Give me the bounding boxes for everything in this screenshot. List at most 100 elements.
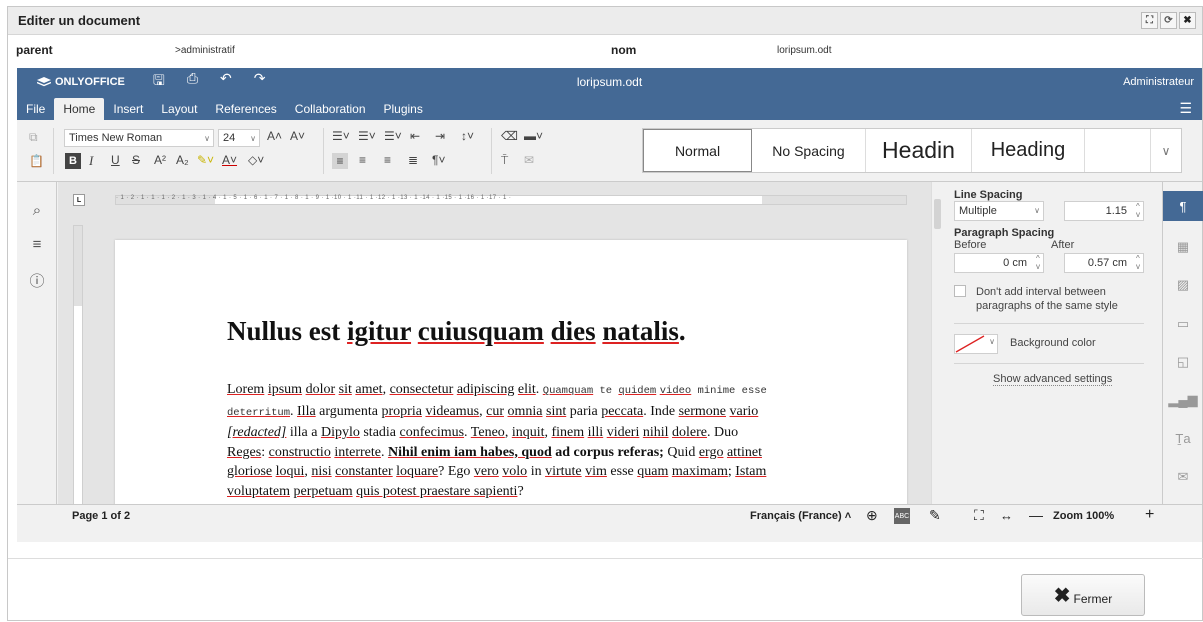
fit-page-icon[interactable]: ⛶ [974, 507, 984, 524]
tab-file[interactable]: File [17, 98, 54, 120]
font-color-button[interactable]: A˅ [222, 153, 237, 167]
underline-button[interactable]: U [111, 153, 120, 167]
shading-icon[interactable]: ◇˅ [248, 153, 264, 167]
undo-icon[interactable]: ↶ [220, 70, 232, 94]
document-canvas[interactable]: L · 1 · 2 · 1 · 1 · 1 · 2 · 1 · 3 · 1 · … [58, 182, 931, 504]
vertical-scrollbar[interactable] [931, 182, 943, 504]
increase-indent-icon[interactable]: ⇥ [435, 129, 445, 143]
navigation-icon[interactable]: ≡ [17, 236, 57, 253]
left-sidebar: ⌕ ≡ ⓘ [17, 182, 57, 504]
redo-icon[interactable]: ↷ [254, 70, 266, 94]
align-right-button[interactable]: ≡ [384, 153, 391, 167]
paste-icon[interactable]: 📋 [29, 154, 44, 168]
document-heading[interactable]: Nullus est igitur cuiusquam dies natalis… [227, 316, 686, 347]
shape-settings-icon[interactable]: ◱ [1163, 347, 1203, 377]
tab-plugins[interactable]: Plugins [375, 98, 432, 120]
style-heading-2[interactable]: Heading [972, 129, 1085, 172]
tab-layout[interactable]: Layout [152, 98, 206, 120]
tab-collaboration[interactable]: Collaboration [286, 98, 375, 120]
user-name[interactable]: Administrateur [1123, 76, 1194, 88]
zoom-level[interactable]: Zoom 100% [1053, 510, 1114, 522]
tab-insert[interactable]: Insert [104, 98, 152, 120]
style-no-spacing[interactable]: No Spacing [752, 129, 866, 172]
spacing-before-input[interactable]: 0 cm ^ v [954, 253, 1044, 273]
clear-style-icon[interactable]: ⌫ [501, 129, 518, 143]
spacing-after-input[interactable]: 0.57 cm ^ v [1064, 253, 1144, 273]
font-family-select[interactable]: Times New Roman ∨ [64, 129, 214, 147]
align-left-button[interactable]: ≡ [332, 153, 348, 169]
tab-home[interactable]: Home [54, 98, 105, 120]
style-heading-1[interactable]: Headin [866, 129, 972, 172]
document-paragraph[interactable]: Lorem ipsum dolor sit amet, consectetur … [227, 380, 852, 501]
textart-settings-icon[interactable]: Ṯa [1163, 423, 1203, 453]
image-settings-icon[interactable]: ▨ [1163, 270, 1203, 300]
restore-icon[interactable]: ⟳ [1160, 12, 1177, 29]
font-size-select[interactable]: 24 ∨ [218, 129, 260, 147]
increase-font-icon[interactable]: A˄ [267, 129, 282, 143]
justify-button[interactable]: ≣ [408, 153, 418, 167]
align-center-button[interactable]: ≡ [359, 153, 366, 167]
mail-merge-settings-icon[interactable]: ✉ [1163, 462, 1203, 492]
after-label: After [1051, 239, 1075, 251]
status-bar: Page 1 of 2 Français (France) ˄ ⊕ ABC ✎ … [17, 504, 1202, 528]
italic-button[interactable]: I [89, 153, 93, 169]
subscript-button[interactable]: A₂ [176, 153, 189, 167]
line-spacing-icon[interactable]: ↕˅ [461, 129, 474, 143]
bullets-icon[interactable]: ☰˅ [332, 129, 350, 143]
highlight-icon[interactable]: ✎˅ [197, 153, 214, 167]
print-icon[interactable]: ⎙ [187, 70, 198, 94]
tab-references[interactable]: References [206, 98, 285, 120]
table-settings-icon[interactable]: ▦ [1163, 232, 1203, 262]
minimize-icon[interactable]: ⛶ [1141, 12, 1158, 29]
paragraph-settings-icon[interactable]: ¶ [1163, 191, 1203, 221]
about-icon[interactable]: ⓘ [17, 270, 57, 291]
dont-add-interval-checkbox[interactable] [954, 285, 966, 297]
decrease-indent-icon[interactable]: ⇤ [410, 129, 420, 143]
line-spacing-value-input[interactable]: 1.15 ^ v [1064, 201, 1144, 221]
document-page[interactable]: Nullus est igitur cuiusquam dies natalis… [115, 240, 907, 504]
show-advanced-settings-link[interactable]: Show advanced settings [993, 373, 1113, 386]
paragraph-marks-icon[interactable]: ¶˅ [432, 153, 445, 167]
scrollbar-thumb[interactable] [934, 199, 941, 229]
close-icon[interactable]: ✖ [1179, 12, 1196, 29]
copy-icon[interactable]: ⧉ [29, 130, 38, 145]
parent-value: >administratif [175, 44, 235, 56]
paragraph-settings-panel: Line Spacing Multiple ∨ 1.15 ^ v Paragraph … [944, 182, 1162, 504]
header-footer-icon[interactable]: ▭ [1163, 309, 1203, 339]
chart-settings-icon[interactable]: ▂▄▆ [1163, 385, 1203, 415]
line-spacing-label: Line Spacing [954, 189, 1023, 201]
vertical-ruler[interactable] [73, 225, 83, 504]
horizontal-ruler[interactable]: · 1 · 2 · 1 · 1 · 1 · 2 · 1 · 3 · 1 · 4 … [115, 195, 907, 205]
name-label: nom [611, 43, 637, 57]
zoom-in-icon[interactable]: + [1145, 506, 1154, 524]
style-normal[interactable]: Normal [643, 129, 752, 172]
language-select[interactable]: Français (France) ˄ [750, 510, 851, 522]
zoom-out-icon[interactable]: — [1029, 507, 1043, 523]
style-gallery: Normal No Spacing Headin Heading ∨ [642, 128, 1182, 173]
format-painter-icon[interactable]: ⍑ [501, 153, 508, 168]
line-spacing-type-select[interactable]: Multiple ∨ [954, 201, 1044, 221]
mail-merge-icon[interactable]: ✉ [524, 153, 534, 167]
brand-name: ONLYOFFICE [55, 76, 125, 88]
style-empty[interactable] [1085, 129, 1151, 172]
menu-icon[interactable]: ☰ [1179, 100, 1192, 117]
fit-width-icon[interactable]: ↔ [1000, 508, 1013, 523]
save-icon[interactable]: 🖫 [153, 70, 165, 94]
close-button[interactable]: ✖ Fermer [1021, 574, 1145, 616]
globe-icon[interactable]: ⊕ [866, 507, 878, 524]
bold-button[interactable]: B [65, 153, 81, 169]
ribbon-tabs: File Home Insert Layout References Colla… [17, 96, 1202, 120]
copy-style-icon[interactable]: ▬˅ [524, 129, 543, 143]
background-color-picker[interactable]: ∨ [954, 334, 998, 354]
search-icon[interactable]: ⌕ [17, 202, 57, 219]
tab-stop-selector[interactable]: L [73, 194, 85, 206]
styles-expand-icon[interactable]: ∨ [1151, 129, 1181, 172]
spellcheck-icon[interactable]: ABC [894, 508, 910, 524]
superscript-button[interactable]: A² [154, 153, 166, 167]
decrease-font-icon[interactable]: A˅ [290, 129, 305, 143]
multilevel-list-icon[interactable]: ☰˅ [384, 129, 402, 143]
strikethrough-button[interactable]: S [132, 153, 140, 167]
numbering-icon[interactable]: ☰˅ [358, 129, 376, 143]
track-changes-icon[interactable]: ✎ [929, 507, 941, 524]
page-counter[interactable]: Page 1 of 2 [72, 510, 130, 522]
